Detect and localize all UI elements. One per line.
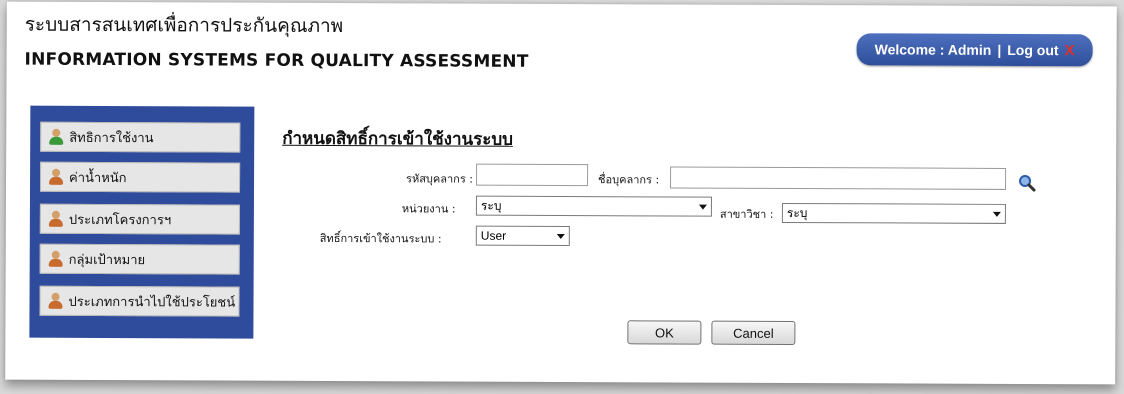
user-green-icon bbox=[49, 128, 64, 145]
sidebar-item-project-types[interactable]: ประเภทโครงการฯ bbox=[39, 203, 240, 235]
access-select[interactable]: User bbox=[475, 225, 570, 247]
ok-button[interactable]: OK bbox=[627, 320, 702, 345]
staff-id-label: รหัสบุคลากร : bbox=[406, 172, 473, 186]
page-title: กำหนดสิทธิ์การเข้าใช้งานระบบ bbox=[282, 128, 514, 150]
branch-select[interactable]: ระบุ bbox=[781, 202, 1006, 224]
sidebar-item-label: ค่าน้ำหนัก bbox=[69, 170, 127, 186]
app-title-english: INFORMATION SYSTEMS FOR QUALITY ASSESSME… bbox=[24, 49, 529, 72]
user-orange-icon bbox=[49, 168, 64, 185]
welcome-text: Welcome : Admin bbox=[874, 41, 992, 58]
access-label: สิทธิ์การเข้าใช้งานระบบ : bbox=[319, 231, 442, 246]
user-orange-icon bbox=[48, 210, 63, 227]
sidebar-item-label: กลุ่มเป้าหมาย bbox=[68, 252, 146, 268]
welcome-bar: Welcome : Admin | Log out X bbox=[856, 33, 1093, 67]
sidebar-item-utilization-types[interactable]: ประเภทการนำไปใช้ประโยชน์ bbox=[39, 285, 240, 317]
chevron-down-icon bbox=[698, 204, 707, 210]
staff-id-input[interactable] bbox=[476, 163, 589, 187]
unit-select[interactable]: ระบุ bbox=[475, 195, 712, 217]
unit-label: หน่วยงาน : bbox=[401, 202, 456, 216]
app-title-thai: ระบบสารสนเทศเพื่อการประกันคุณภาพ bbox=[24, 13, 344, 38]
branch-select-value: ระบุ bbox=[786, 205, 808, 220]
cancel-button[interactable]: Cancel bbox=[711, 320, 796, 346]
access-select-value: User bbox=[480, 228, 507, 243]
staff-name-label: ชื่อบุคลากร : bbox=[598, 173, 660, 187]
sidebar-item-label: สิทธิการใช้งาน bbox=[69, 130, 154, 146]
logout-close-icon[interactable]: X bbox=[1065, 42, 1075, 59]
chevron-down-icon bbox=[992, 211, 1001, 217]
sidebar-item-weights[interactable]: ค่าน้ำหนัก bbox=[40, 161, 241, 193]
chevron-down-icon bbox=[556, 233, 565, 239]
staff-name-input[interactable] bbox=[670, 166, 1007, 190]
sidebar-item-label: ประเภทการนำไปใช้ประโยชน์ bbox=[68, 294, 236, 311]
branch-label: สาขาวิชา : bbox=[719, 207, 774, 221]
search-icon[interactable] bbox=[1018, 174, 1036, 192]
unit-select-value: ระบุ bbox=[480, 198, 502, 213]
sidebar-item-label: ประเภทโครงการฯ bbox=[68, 212, 172, 228]
logout-link[interactable]: Log out bbox=[1007, 42, 1058, 58]
user-orange-icon bbox=[48, 250, 63, 267]
page-frame: ระบบสารสนเทศเพื่อการประกันคุณภาพ INFORMA… bbox=[5, 1, 1117, 385]
sidebar-item-target-groups[interactable]: กลุ่มเป้าหมาย bbox=[39, 243, 240, 275]
welcome-separator: | bbox=[997, 41, 1002, 58]
sidebar: สิทธิการใช้งาน ค่าน้ำหนัก ประเภทโครงการฯ… bbox=[29, 105, 255, 339]
user-orange-icon bbox=[48, 292, 63, 309]
sidebar-item-permissions[interactable]: สิทธิการใช้งาน bbox=[40, 121, 241, 153]
